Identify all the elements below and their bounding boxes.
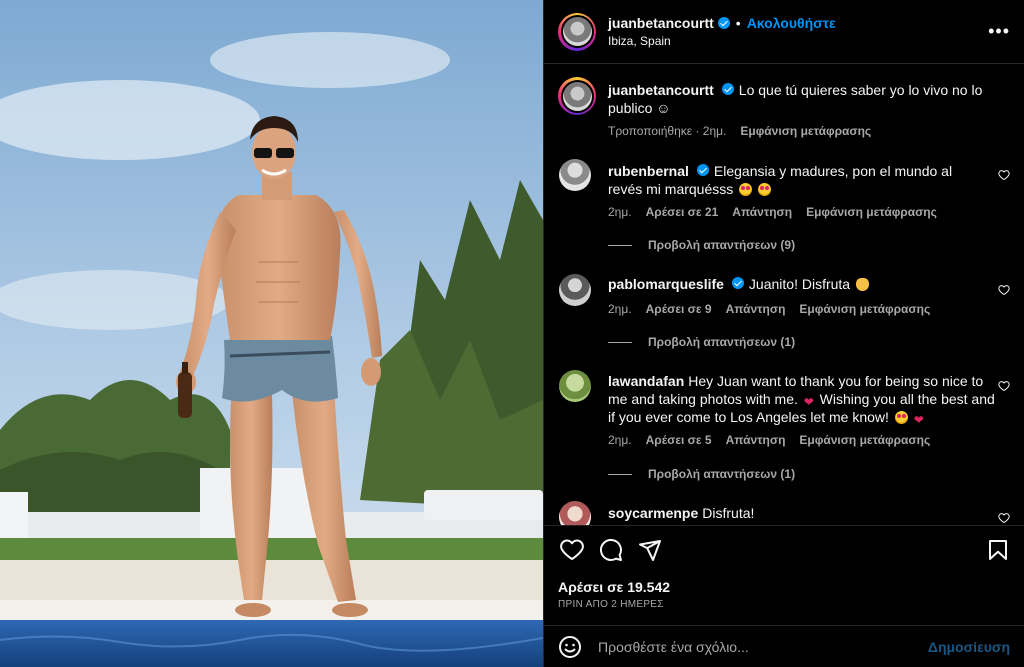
post-header: juanbetancourtt • Ακολουθήστε Ibiza, Spa…: [544, 0, 1024, 64]
caption-avatar[interactable]: [558, 77, 596, 115]
comment-meta: 2ημ. Αρέσει σε 21 Απάντηση Εμφάνιση μετά…: [608, 205, 937, 219]
like-comment-heart-icon[interactable]: [998, 512, 1010, 524]
heart-eyes-emoji-icon: [739, 183, 753, 196]
verified-badge-icon: [731, 277, 744, 289]
verified-badge-icon: [696, 164, 709, 176]
comment-text-block: rubenbernal Elegansia y madures, pon el m…: [608, 162, 988, 198]
caption-edited: Τροποποιήθηκε · 2ημ.: [608, 124, 727, 138]
comment-username[interactable]: rubenbernal: [608, 163, 689, 179]
author-avatar-image: [562, 17, 592, 46]
like-comment-heart-icon[interactable]: [998, 380, 1010, 392]
like-comment-heart-icon[interactable]: [998, 284, 1010, 296]
comment-time: 2ημ.: [608, 302, 632, 316]
post-date: ΠΡΙΝ ΑΠΟ 2 ΗΜΕΡΕΣ: [558, 599, 664, 610]
comment-time: 2ημ.: [608, 433, 632, 447]
verified-badge-icon: [717, 17, 730, 29]
post-photo[interactable]: [0, 0, 543, 667]
reply-button[interactable]: Απάντηση: [732, 205, 792, 219]
separator-dot: •: [735, 15, 741, 31]
post-side-panel: juanbetancourtt • Ακολουθήστε Ibiza, Spa…: [543, 0, 1024, 667]
add-comment-bar: Δημοσίευση: [544, 625, 1024, 667]
commenter-avatar[interactable]: [559, 501, 591, 525]
comment-text: Juanito! Disfruta: [748, 276, 851, 292]
comment-likes-count[interactable]: Αρέσει σε 21: [646, 205, 719, 219]
caption-translation-link[interactable]: Εμφάνιση μετάφρασης: [740, 124, 871, 138]
like-heart-icon[interactable]: [560, 538, 584, 562]
commenter-avatar[interactable]: [559, 274, 591, 306]
view-replies-label: Προβολή απαντήσεων (9): [648, 238, 796, 252]
caption-meta: Τροποποιήθηκε · 2ημ. Εμφάνιση μετάφρασης: [608, 124, 871, 138]
translation-link[interactable]: Εμφάνιση μετάφρασης: [799, 302, 930, 316]
post-comment-button[interactable]: Δημοσίευση: [928, 639, 1010, 655]
red-heart-emoji-icon: [804, 393, 816, 411]
view-replies-button[interactable]: Προβολή απαντήσεων (9): [608, 238, 795, 252]
comment-input[interactable]: [598, 638, 928, 655]
comment-time: 2ημ.: [608, 205, 632, 219]
comments-list[interactable]: juanbetancourtt Lo que tú quieres saber y…: [544, 65, 1024, 525]
comment-likes-count[interactable]: Αρέσει σε 5: [646, 433, 712, 447]
comment-meta: 2ημ. Αρέσει σε 5 Απάντηση Εμφάνιση μετάφ…: [608, 433, 930, 447]
post-location[interactable]: Ibiza, Spain: [608, 34, 836, 48]
view-replies-label: Προβολή απαντήσεων (1): [648, 335, 796, 349]
comment-text-block: pablomarqueslife Juanito! Disfruta: [608, 275, 988, 293]
comment-text-block: lawandafan Hey Juan want to thank you for…: [608, 372, 996, 429]
post-actions-bar: [558, 536, 1010, 566]
save-bookmark-icon[interactable]: [986, 538, 1010, 562]
comment-meta: 2ημ. Αρέσει σε 9 Απάντηση Εμφάνιση μετάφ…: [608, 302, 930, 316]
more-horizontal-icon[interactable]: •••: [988, 22, 1010, 40]
view-replies-button[interactable]: Προβολή απαντήσεων (1): [608, 467, 795, 481]
comment-likes-count[interactable]: Αρέσει σε 9: [646, 302, 712, 316]
comment-username[interactable]: pablomarqueslife: [608, 276, 724, 292]
comment-icon[interactable]: [599, 538, 623, 562]
comment-username[interactable]: soycarmenpe: [608, 505, 698, 521]
photo-illustration: [0, 0, 543, 667]
comment-text: Disfruta!: [702, 505, 755, 521]
commenter-avatar[interactable]: [559, 159, 591, 191]
replies-divider-line: [608, 244, 632, 246]
red-heart-emoji-icon: [914, 411, 926, 429]
replies-divider-line: [608, 341, 632, 343]
commenter-avatar[interactable]: [559, 370, 591, 402]
reply-button[interactable]: Απάντηση: [726, 433, 786, 447]
caption-username[interactable]: juanbetancourtt: [608, 82, 714, 98]
comment-text-block: soycarmenpe Disfruta!: [608, 504, 988, 522]
translation-link[interactable]: Εμφάνιση μετάφρασης: [806, 205, 937, 219]
section-divider: [544, 525, 1024, 526]
comment-username[interactable]: lawandafan: [608, 373, 684, 389]
clap-emoji-icon: [855, 278, 869, 291]
author-username[interactable]: juanbetancourtt: [608, 15, 714, 31]
emoji-smile-icon[interactable]: [558, 635, 582, 659]
verified-badge-icon: [721, 83, 734, 95]
view-replies-button[interactable]: Προβολή απαντήσεων (1): [608, 335, 795, 349]
post-likes-count[interactable]: Αρέσει σε 19.542: [558, 579, 670, 595]
smiling-hearts-emoji-icon: [758, 183, 772, 196]
like-comment-heart-icon[interactable]: [998, 169, 1010, 181]
view-replies-label: Προβολή απαντήσεων (1): [648, 467, 796, 481]
reply-button[interactable]: Απάντηση: [726, 302, 786, 316]
replies-divider-line: [608, 473, 632, 475]
heart-eyes-emoji-icon: [894, 411, 908, 424]
caption-avatar-image: [562, 81, 592, 111]
caption-text-block: juanbetancourtt Lo que tú quieres saber y…: [608, 81, 988, 117]
follow-button[interactable]: Ακολουθήστε: [747, 15, 836, 31]
share-icon[interactable]: [638, 538, 662, 562]
translation-link[interactable]: Εμφάνιση μετάφρασης: [799, 433, 930, 447]
author-avatar[interactable]: [558, 12, 596, 51]
